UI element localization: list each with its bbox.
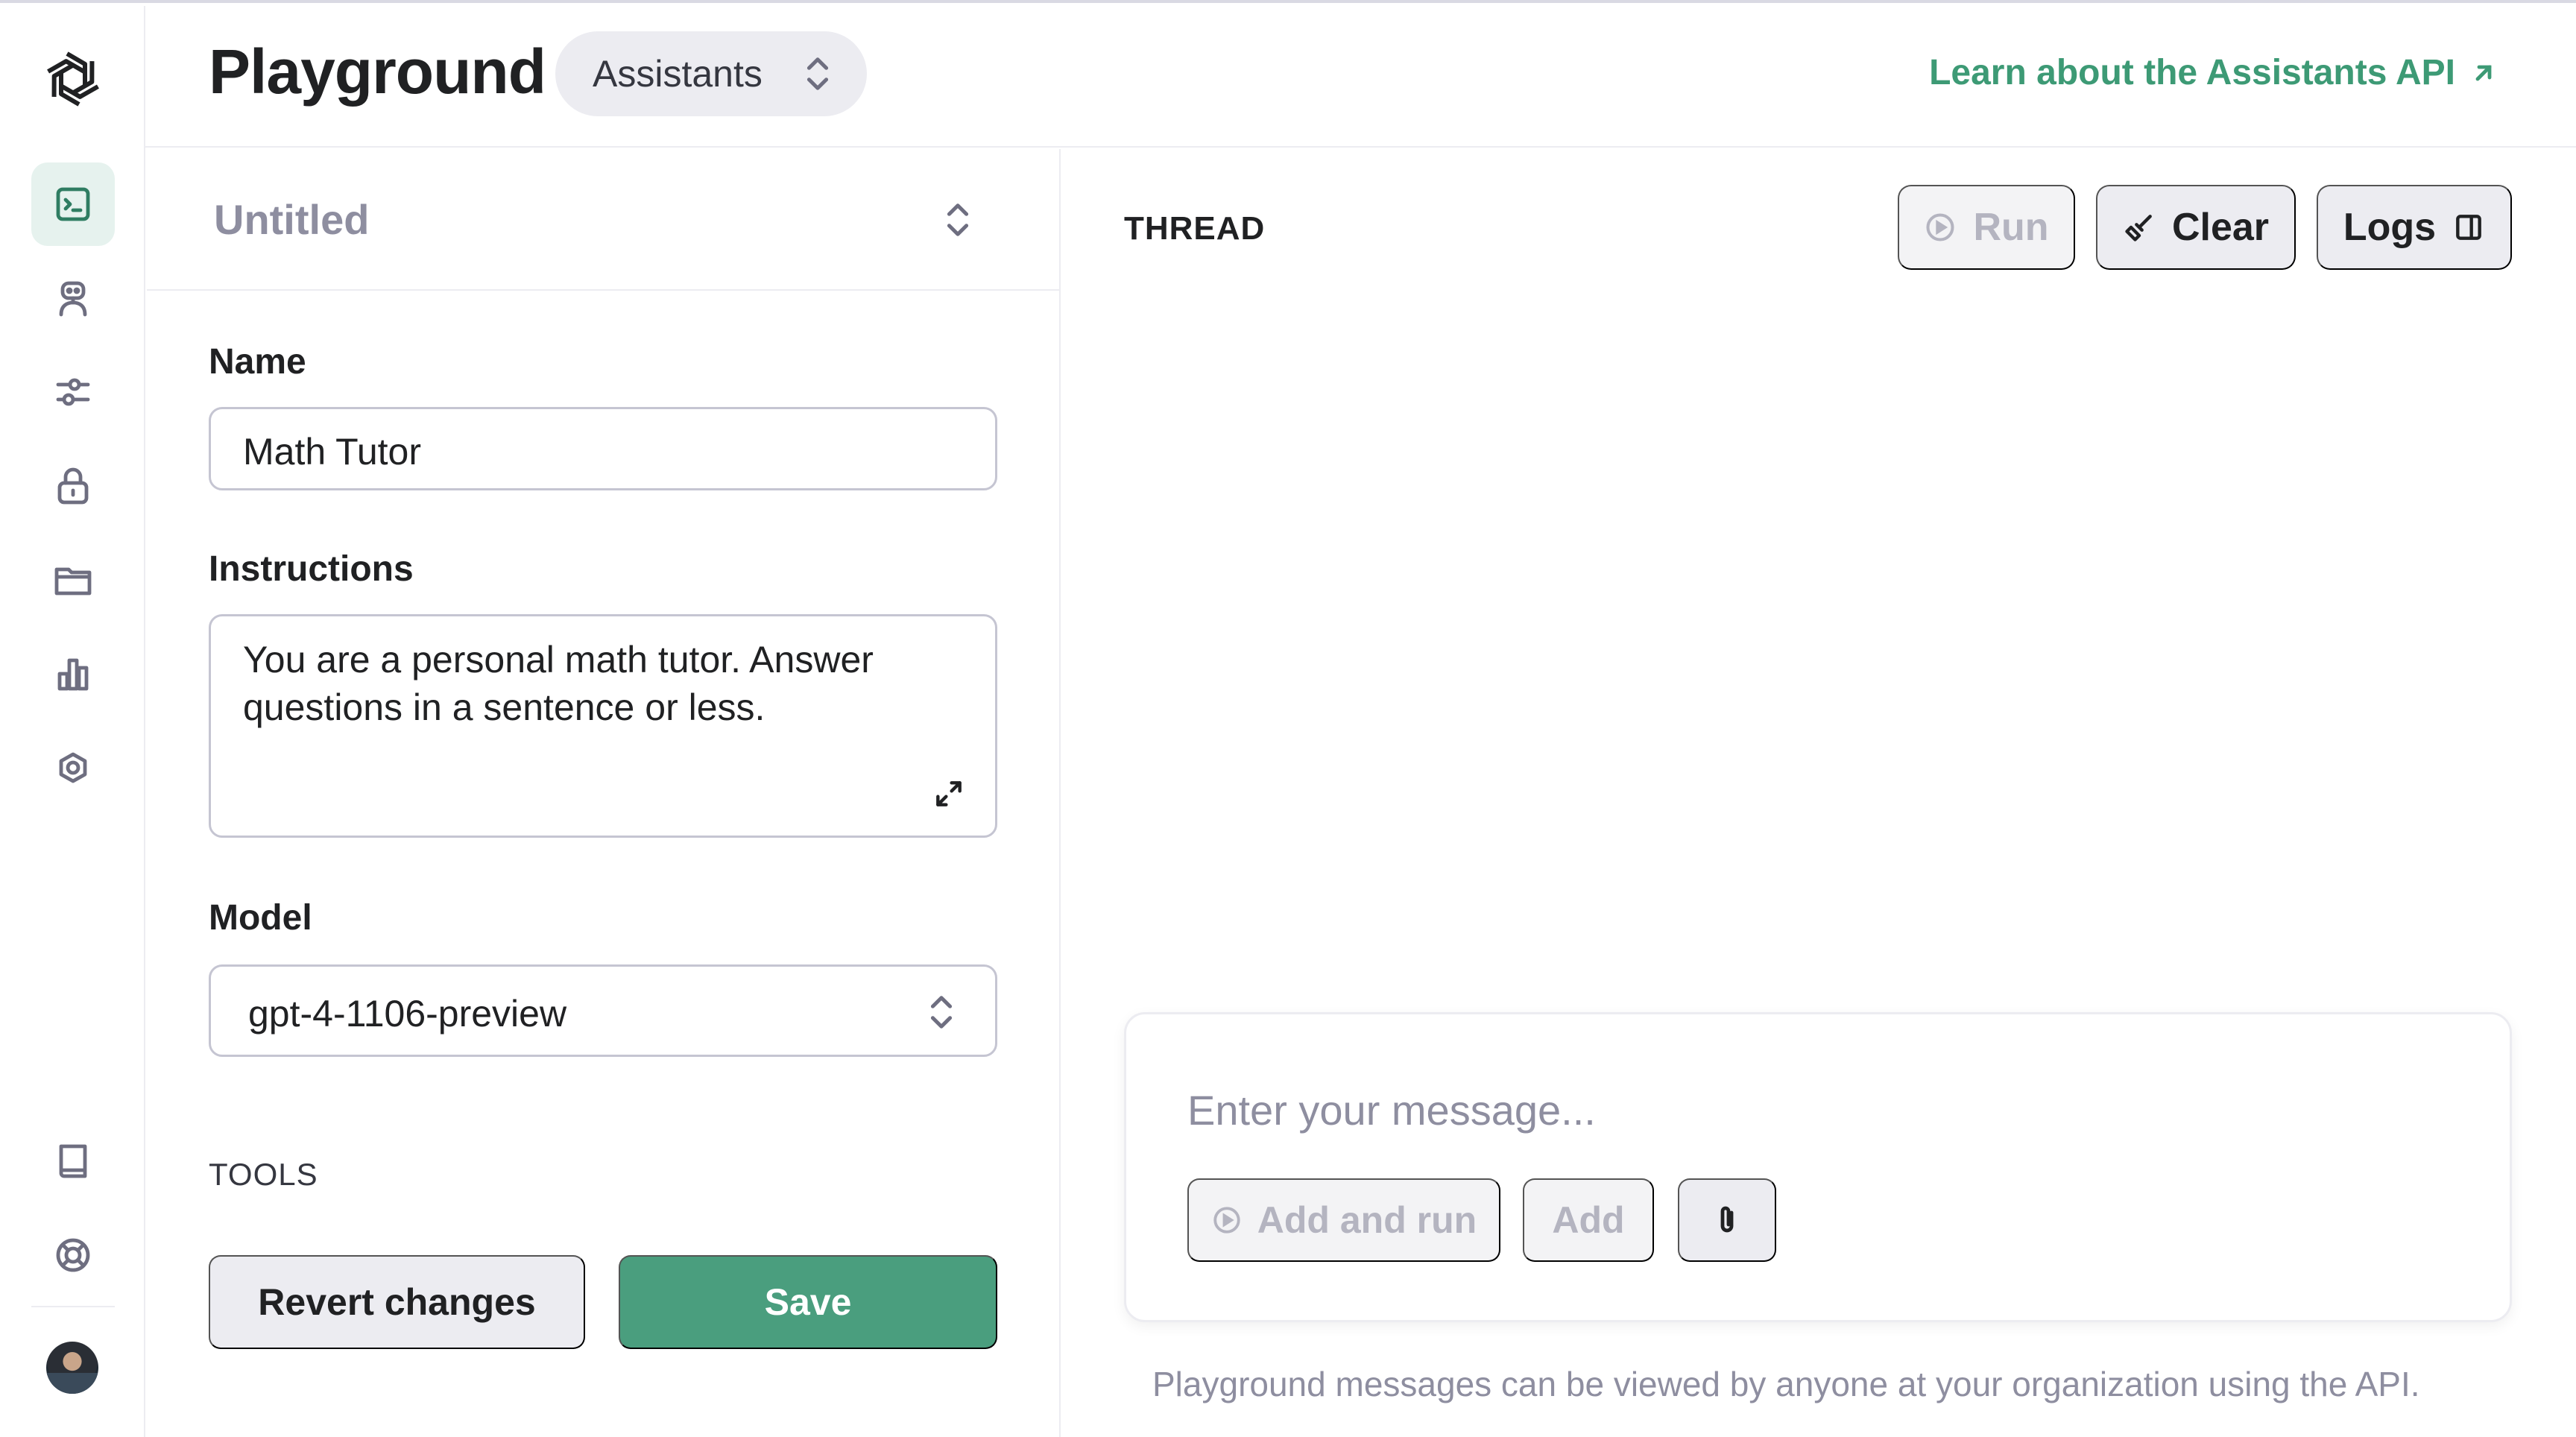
gear-icon: [59, 752, 87, 783]
book-icon: [59, 1144, 87, 1178]
add-button[interactable]: Add: [1523, 1178, 1654, 1262]
sidebar-item-api-keys[interactable]: [31, 444, 115, 528]
name-input[interactable]: Math Tutor: [209, 407, 997, 490]
logs-button-label: Logs: [2343, 206, 2437, 249]
chevron-updown-icon: [947, 203, 969, 236]
sidebar-item-usage[interactable]: [31, 632, 115, 716]
external-link-icon: [2475, 65, 2492, 80]
sidebar-item-finetuning[interactable]: [31, 350, 115, 434]
instructions-textarea[interactable]: You are a personal math tutor. Answer qu…: [209, 614, 997, 838]
name-label: Name: [209, 342, 306, 382]
sidebar-item-assistants[interactable]: [31, 256, 115, 340]
avatar[interactable]: [46, 1342, 98, 1394]
chevron-updown-icon: [806, 57, 829, 90]
broom-icon: [2125, 215, 2152, 241]
mode-select[interactable]: Assistants: [555, 31, 867, 116]
message-composer: Enter your message... Add and run Add: [1124, 1012, 2512, 1322]
sidebar-item-playground[interactable]: [31, 162, 115, 246]
run-button-label: Run: [1973, 206, 2049, 249]
mode-select-value: Assistants: [593, 53, 763, 95]
assistant-name: Untitled: [214, 196, 370, 243]
sidebar-item-help[interactable]: [31, 1213, 115, 1297]
model-label: Model: [209, 898, 312, 938]
logs-button[interactable]: Logs: [2317, 185, 2512, 270]
play-circle-icon: [1926, 213, 1954, 241]
terminal-icon: [56, 187, 90, 221]
attach-file-button[interactable]: [1678, 1178, 1776, 1262]
run-button[interactable]: Run: [1898, 185, 2075, 270]
assistant-picker[interactable]: Untitled: [147, 149, 1061, 291]
folder-icon: [54, 567, 92, 596]
help-lifebuoy-icon: [56, 1238, 90, 1272]
sidebar-item-settings[interactable]: [31, 726, 115, 809]
add-and-run-label: Add and run: [1257, 1199, 1477, 1241]
sidebar-item-files[interactable]: [31, 538, 115, 622]
page-header: Playground Assistants Learn about the As…: [145, 6, 2576, 148]
sidebar-item-docs[interactable]: [31, 1119, 115, 1203]
play-circle-icon: [1213, 1207, 1240, 1234]
openai-logo-icon[interactable]: [37, 43, 109, 115]
sidebar: [0, 6, 145, 1437]
instructions-value: You are a personal math tutor. Answer qu…: [243, 639, 874, 728]
message-input[interactable]: Enter your message...: [1187, 1086, 1596, 1134]
privacy-note: Playground messages can be viewed by any…: [1152, 1365, 2420, 1403]
clear-button[interactable]: Clear: [2096, 185, 2296, 270]
app-window: Playground Assistants Learn about the As…: [0, 0, 2576, 1437]
name-input-value: Math Tutor: [243, 431, 421, 473]
page-title: Playground: [209, 37, 546, 107]
expand-icon[interactable]: [932, 777, 965, 810]
thread-panel: THREAD Run Clear Logs Enter your message…: [1061, 149, 2576, 1437]
thread-label: THREAD: [1124, 210, 1266, 247]
save-button[interactable]: Save: [619, 1255, 997, 1349]
model-select-value: gpt-4-1106-preview: [248, 993, 567, 1035]
paperclip-icon: [1720, 1206, 1734, 1233]
clear-button-label: Clear: [2171, 206, 2270, 249]
assistant-config-panel: Untitled Name Math Tutor Instructions Yo…: [147, 149, 1061, 1437]
tools-section-label: TOOLS: [209, 1157, 318, 1192]
sidebar-divider: [31, 1306, 115, 1307]
sliders-icon: [56, 378, 90, 406]
learn-assistants-api-link[interactable]: Learn about the Assistants API: [1929, 52, 2498, 93]
add-and-run-button[interactable]: Add and run: [1187, 1178, 1500, 1262]
instructions-label: Instructions: [209, 549, 414, 589]
bar-chart-icon: [57, 658, 89, 691]
robot-icon: [59, 281, 87, 317]
lock-icon: [57, 467, 89, 505]
learn-link-label: Learn about the Assistants API: [1929, 53, 2455, 92]
chevron-updown-icon: [930, 996, 953, 1029]
panel-right-icon: [2456, 215, 2481, 240]
model-select[interactable]: gpt-4-1106-preview: [209, 964, 997, 1057]
revert-changes-button[interactable]: Revert changes: [209, 1255, 585, 1349]
